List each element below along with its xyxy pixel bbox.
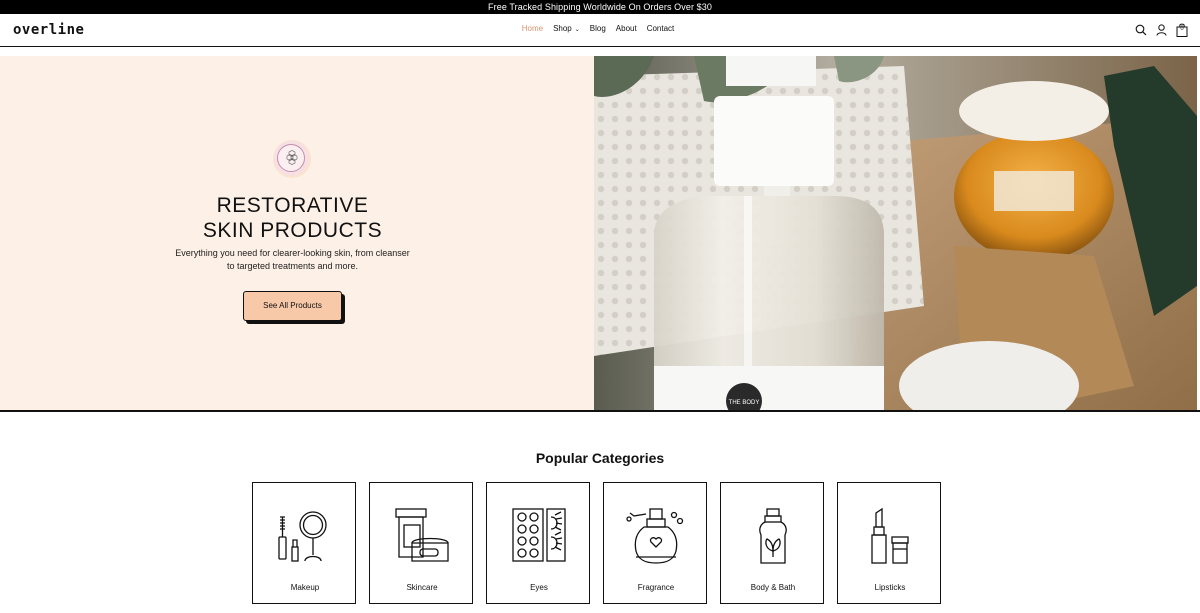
category-card-body-bath[interactable]: Body & Bath	[720, 482, 824, 604]
category-card-lipsticks[interactable]: Lipsticks	[837, 482, 941, 604]
main-nav: Home Shop ⌄ Blog About Contact	[0, 24, 1200, 33]
category-card-skincare[interactable]: Skincare	[369, 482, 473, 604]
hero-title-line1: RESTORATIVE	[216, 194, 369, 217]
makeup-icon	[278, 511, 327, 562]
body-bath-icon	[759, 508, 787, 564]
honeycomb-icon	[286, 150, 298, 165]
see-all-products-button[interactable]: See All Products	[243, 291, 342, 321]
nav-shop-label: Shop	[553, 24, 572, 33]
hero-title-line2: SKIN PRODUCTS	[202, 219, 383, 242]
brand-badge-logo	[273, 140, 311, 178]
lipstick-icon	[871, 507, 909, 564]
nav-home-link[interactable]: Home	[522, 24, 543, 33]
fragrance-icon	[626, 508, 684, 564]
search-icon[interactable]	[1135, 24, 1147, 36]
skincare-icon	[395, 508, 449, 562]
category-label: Fragrance	[637, 583, 675, 592]
cart-button[interactable]: 0	[1176, 23, 1188, 37]
nav-shop-link[interactable]: Shop ⌄	[553, 24, 580, 33]
account-icon[interactable]	[1156, 24, 1167, 36]
category-label: Makeup	[290, 583, 320, 592]
bottle-brand-label: THE BODY	[729, 400, 760, 406]
hero-title: RESTORATIVE SKIN PRODUCTS	[150, 193, 435, 243]
nav-about-link[interactable]: About	[616, 24, 637, 33]
announcement-bar: Free Tracked Shipping Worldwide On Order…	[0, 0, 1200, 14]
category-card-eyes[interactable]: Eyes	[486, 482, 590, 604]
category-card-fragrance[interactable]: Fragrance	[603, 482, 707, 604]
product-photo-illustration: THE BODY	[594, 56, 1197, 411]
hero-product-image: THE BODY	[594, 56, 1197, 411]
hero-bottom-border	[0, 410, 1200, 412]
nav-contact-link[interactable]: Contact	[647, 24, 675, 33]
chevron-down-icon: ⌄	[574, 27, 580, 33]
eyes-icon	[512, 508, 566, 562]
category-label: Skincare	[406, 583, 438, 592]
category-label: Body & Bath	[750, 583, 796, 592]
category-card-makeup[interactable]: Makeup	[252, 482, 356, 604]
category-label: Lipsticks	[874, 583, 906, 592]
category-label: Eyes	[530, 583, 548, 592]
hero-description-line1: Everything you need for clearer-looking …	[175, 248, 410, 258]
nav-blog-link[interactable]: Blog	[590, 24, 606, 33]
header-icons: 0	[1135, 23, 1188, 37]
cart-count: 0	[1180, 26, 1184, 32]
popular-categories-title: Popular Categories	[535, 450, 665, 466]
hero-description: Everything you need for clearer-looking …	[150, 247, 435, 273]
site-header: overline Home Shop ⌄ Blog About Contact 0	[0, 14, 1200, 47]
category-grid: Makeup Skincare Eyes Fragrance Body & Ba…	[252, 482, 941, 604]
hero-description-line2: to targeted treatments and more.	[226, 261, 359, 271]
